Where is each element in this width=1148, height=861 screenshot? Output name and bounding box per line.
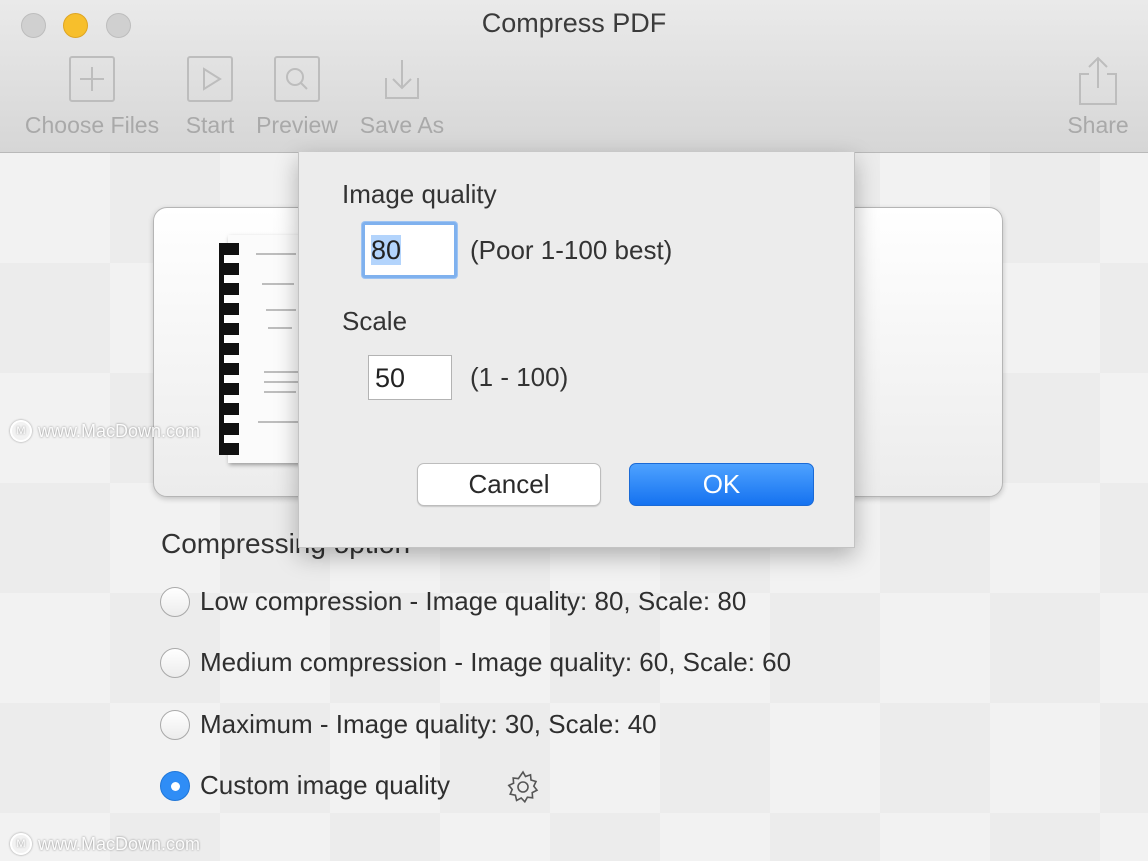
start-button[interactable]: Start	[180, 56, 240, 139]
option-low-compression[interactable]: Low compression - Image quality: 80, Sca…	[160, 586, 746, 617]
option-label: Custom image quality	[200, 770, 450, 800]
option-medium-compression[interactable]: Medium compression - Image quality: 60, …	[160, 647, 791, 678]
scale-hint: (1 - 100)	[470, 362, 569, 392]
app-window: Compress PDF Choose Files Start Preview …	[0, 0, 1148, 861]
option-label: Low compression - Image quality: 80, Sca…	[200, 586, 747, 616]
share-icon	[1075, 56, 1121, 105]
radio-button[interactable]	[160, 586, 190, 617]
magnifier-icon	[274, 56, 320, 102]
preview-button[interactable]: Preview	[253, 56, 341, 139]
start-label: Start	[185, 112, 235, 138]
radio-button-selected[interactable]	[160, 770, 190, 801]
image-quality-value: 80	[371, 235, 402, 265]
option-custom-image-quality[interactable]: Custom image quality	[160, 770, 450, 801]
gear-icon[interactable]	[503, 767, 543, 812]
binder-spine	[219, 243, 239, 455]
radio-button[interactable]	[160, 647, 190, 678]
document-icon	[228, 235, 308, 463]
option-label: Maximum - Image quality: 30, Scale: 40	[200, 709, 657, 739]
watermark: M www.MacDown.com	[10, 420, 200, 442]
watermark: M www.MacDown.com	[10, 833, 200, 855]
title-bar: Compress PDF Choose Files Start Preview …	[0, 0, 1148, 153]
option-label: Medium compression - Image quality: 60, …	[200, 647, 792, 677]
ok-button[interactable]: OK	[629, 463, 814, 506]
watermark-text: www.MacDown.com	[38, 420, 201, 441]
radio-button[interactable]	[160, 709, 190, 740]
share-label: Share	[1067, 112, 1129, 138]
choose-files-button[interactable]: Choose Files	[22, 56, 162, 139]
download-icon	[379, 56, 425, 102]
preview-label: Preview	[256, 112, 338, 138]
option-maximum-compression[interactable]: Maximum - Image quality: 30, Scale: 40	[160, 709, 657, 740]
save-as-button[interactable]: Save As	[358, 56, 446, 139]
scale-label: Scale	[342, 306, 408, 336]
watermark-logo-icon: M	[10, 833, 32, 855]
play-icon	[187, 56, 233, 102]
image-quality-hint: (Poor 1-100 best)	[470, 235, 673, 265]
cancel-button[interactable]: Cancel	[417, 463, 601, 506]
scale-value: 50	[375, 363, 406, 393]
save-as-label: Save As	[359, 112, 445, 138]
share-button[interactable]: Share	[1064, 56, 1132, 139]
choose-files-label: Choose Files	[24, 112, 160, 138]
plus-icon	[69, 56, 115, 102]
window-title: Compress PDF	[481, 8, 667, 38]
watermark-logo-icon: M	[10, 420, 32, 442]
image-quality-input[interactable]: 80	[362, 222, 457, 278]
image-quality-label: Image quality	[342, 179, 497, 209]
scale-input[interactable]: 50	[368, 355, 452, 400]
watermark-text: www.MacDown.com	[38, 833, 201, 854]
custom-quality-dialog: Image quality 80 (Poor 1-100 best) Scale…	[298, 152, 855, 548]
